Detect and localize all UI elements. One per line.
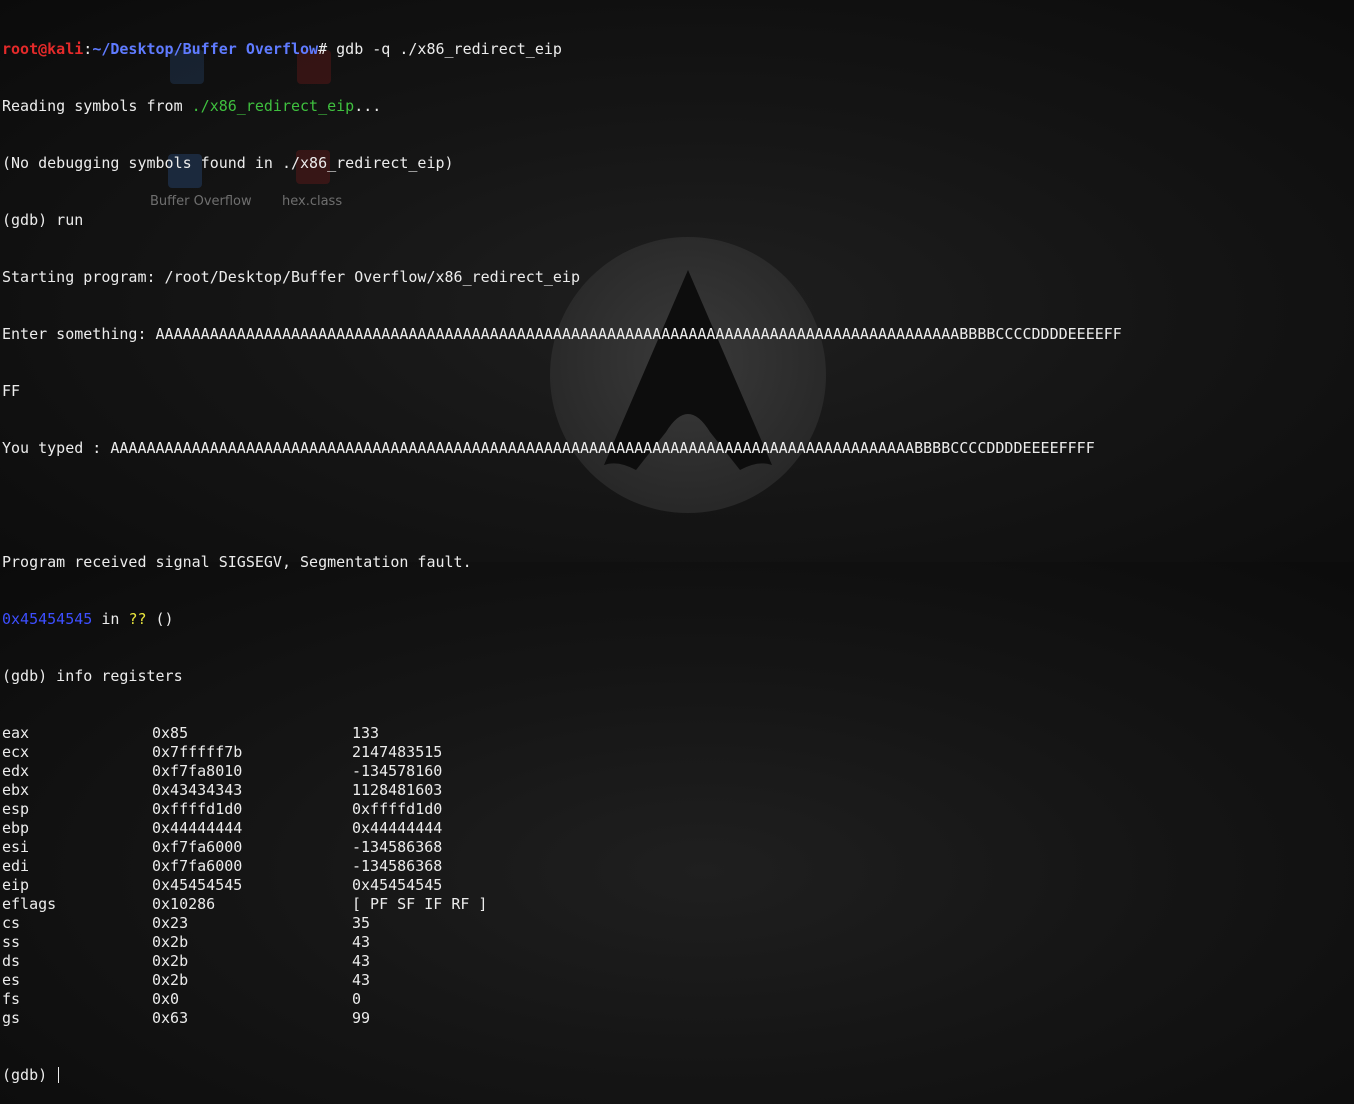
reading-suffix: ... — [354, 97, 382, 115]
prompt-hash: # — [318, 40, 337, 58]
register-row: eax 0x85 133 — [2, 724, 1354, 743]
register-value: 133 — [352, 724, 380, 742]
register-value: 43 — [352, 933, 371, 951]
register-name: ecx — [2, 743, 30, 761]
register-hex: 0x7fffff7b — [152, 743, 243, 761]
register-value: 99 — [352, 1009, 371, 1027]
binary-filename: ./x86_redirect_eip — [191, 97, 355, 115]
register-row: edi 0xf7fa6000 -134586368 — [2, 857, 1354, 876]
final-prompt-line[interactable]: (gdb) — [2, 1066, 1354, 1085]
prompt-path: ~/Desktop/Buffer Overflow — [92, 40, 319, 58]
register-name: ss — [2, 933, 21, 951]
fault-address: 0x45454545 — [2, 610, 93, 628]
prompt-separator: : — [83, 40, 93, 58]
register-hex: 0x23 — [152, 914, 189, 932]
register-row: cs 0x23 35 — [2, 914, 1354, 933]
register-hex: 0x2b — [152, 971, 189, 989]
gdb-run-line: (gdb) run — [2, 211, 84, 229]
enter-something-line: Enter something: AAAAAAAAAAAAAAAAAAAAAAA… — [2, 325, 1122, 343]
register-row: esp 0xffffd1d0 0xffffd1d0 — [2, 800, 1354, 819]
fault-parens: () — [146, 610, 174, 628]
register-name: esp — [2, 800, 30, 818]
starting-program-line: Starting program: /root/Desktop/Buffer O… — [2, 268, 580, 286]
register-hex: 0x2b — [152, 933, 189, 951]
register-name: eip — [2, 876, 30, 894]
register-hex: 0x45454545 — [152, 876, 243, 894]
register-value: 43 — [352, 952, 371, 970]
register-hex: 0x63 — [152, 1009, 189, 1027]
register-name: fs — [2, 990, 21, 1008]
register-value: -134578160 — [352, 762, 443, 780]
gdb-prompt: (gdb) — [2, 1066, 57, 1084]
terminal-output[interactable]: root@kali:~/Desktop/Buffer Overflow# gdb… — [2, 2, 1354, 1104]
register-hex: 0xf7fa6000 — [152, 857, 243, 875]
register-row: ecx 0x7fffff7b 2147483515 — [2, 743, 1354, 762]
register-value: 0 — [352, 990, 362, 1008]
register-value: 0x45454545 — [352, 876, 443, 894]
register-row: eflags 0x10286 [ PF SF IF RF ] — [2, 895, 1354, 914]
register-row: ebp 0x44444444 0x44444444 — [2, 819, 1354, 838]
register-value: 0xffffd1d0 — [352, 800, 443, 818]
register-hex: 0x2b — [152, 952, 189, 970]
fault-location-line: 0x45454545 in ?? () — [2, 610, 1354, 629]
register-row: eip 0x45454545 0x45454545 — [2, 876, 1354, 895]
prompt-user: root@kali — [2, 40, 84, 58]
register-hex: 0x10286 — [152, 895, 216, 913]
register-row: fs 0x0 0 — [2, 990, 1354, 1009]
enter-something-wrap: FF — [2, 382, 21, 400]
no-debug-line: (No debugging symbols found in ./x86_red… — [2, 154, 454, 172]
register-hex: 0x43434343 — [152, 781, 243, 799]
register-value: -134586368 — [352, 857, 443, 875]
register-value: [ PF SF IF RF ] — [352, 895, 488, 913]
shell-prompt-line: root@kali:~/Desktop/Buffer Overflow# gdb… — [2, 40, 1354, 59]
register-row: ds 0x2b 43 — [2, 952, 1354, 971]
register-hex: 0x85 — [152, 724, 189, 742]
register-row: es 0x2b 43 — [2, 971, 1354, 990]
info-registers-line: (gdb) info registers — [2, 667, 183, 685]
register-value: 2147483515 — [352, 743, 443, 761]
register-name: edi — [2, 857, 30, 875]
register-hex: 0xffffd1d0 — [152, 800, 243, 818]
register-hex: 0xf7fa6000 — [152, 838, 243, 856]
register-value: 43 — [352, 971, 371, 989]
register-value: -134586368 — [352, 838, 443, 856]
shell-command: gdb -q ./x86_redirect_eip — [336, 40, 562, 58]
register-name: gs — [2, 1009, 21, 1027]
text-cursor — [58, 1067, 60, 1083]
register-name: edx — [2, 762, 30, 780]
register-name: esi — [2, 838, 30, 856]
register-name: ebp — [2, 819, 30, 837]
fault-in: in — [92, 610, 129, 628]
register-table: eax 0x85 133 ecx 0x7fffff7b 2147483515 edx 0xf7… — [2, 724, 1354, 1028]
register-hex: 0x0 — [152, 990, 180, 1008]
register-value: 1128481603 — [352, 781, 443, 799]
register-row: ebx 0x43434343 1128481603 — [2, 781, 1354, 800]
register-name: es — [2, 971, 21, 989]
you-typed-line: You typed : AAAAAAAAAAAAAAAAAAAAAAAAAAAA… — [2, 439, 1095, 457]
register-name: eflags — [2, 895, 57, 913]
reading-prefix: Reading symbols from — [2, 97, 192, 115]
register-row: ss 0x2b 43 — [2, 933, 1354, 952]
fault-function: ?? — [128, 610, 147, 628]
register-name: eax — [2, 724, 30, 742]
register-row: gs 0x63 99 — [2, 1009, 1354, 1028]
register-value: 0x44444444 — [352, 819, 443, 837]
register-name: ds — [2, 952, 21, 970]
register-row: esi 0xf7fa6000 -134586368 — [2, 838, 1354, 857]
segfault-line: Program received signal SIGSEGV, Segment… — [2, 553, 472, 571]
register-hex: 0xf7fa8010 — [152, 762, 243, 780]
register-value: 35 — [352, 914, 371, 932]
register-hex: 0x44444444 — [152, 819, 243, 837]
register-name: ebx — [2, 781, 30, 799]
reading-symbols-line: Reading symbols from ./x86_redirect_eip.… — [2, 97, 1354, 116]
register-row: edx 0xf7fa8010 -134578160 — [2, 762, 1354, 781]
register-name: cs — [2, 914, 21, 932]
